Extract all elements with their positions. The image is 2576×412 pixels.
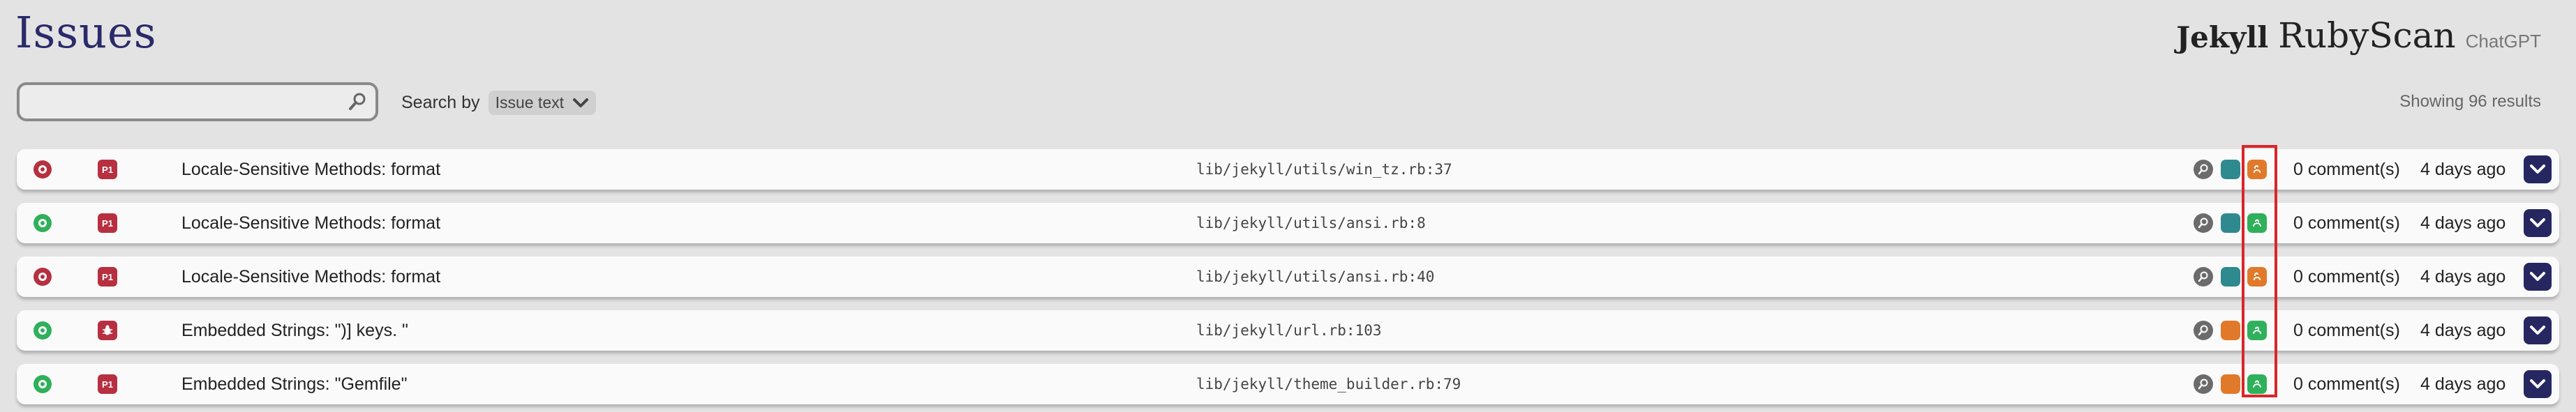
chevron-down-icon: [573, 98, 588, 107]
chevron-down-icon: [2530, 218, 2545, 227]
expand-button[interactable]: [2524, 263, 2552, 291]
chevron-down-icon: [2530, 165, 2545, 174]
issue-age: 4 days ago: [2420, 320, 2506, 340]
issue-age: 4 days ago: [2420, 266, 2506, 287]
expand-button[interactable]: [2524, 155, 2552, 183]
status-open-icon: [33, 375, 52, 393]
status-open-icon: [33, 214, 52, 232]
highlight-annotation: [2242, 145, 2277, 397]
search-box[interactable]: [17, 82, 378, 121]
issue-file-path: lib/jekyll/utils/ansi.rb:8: [1196, 215, 1426, 231]
magnify-icon: [2194, 374, 2213, 394]
issue-file-path: lib/jekyll/utils/win_tz.rb:37: [1196, 161, 1452, 178]
issue-age: 4 days ago: [2420, 213, 2506, 233]
comment-count: 0 comment(s): [2293, 320, 2400, 340]
issue-row[interactable]: Embedded Strings: ")] keys. " lib/jekyll/…: [17, 310, 2559, 351]
chevron-down-icon: [2530, 272, 2545, 281]
comment-count: 0 comment(s): [2293, 213, 2400, 233]
magnify-icon: [2194, 321, 2213, 340]
issue-title[interactable]: Locale-Sensitive Methods: format: [181, 267, 440, 287]
issue-title[interactable]: Locale-Sensitive Methods: format: [181, 213, 440, 234]
issue-file-path: lib/jekyll/utils/ansi.rb:40: [1196, 268, 1435, 285]
issue-age: 4 days ago: [2420, 374, 2506, 394]
priority-badge: P1: [98, 374, 117, 394]
search-by-label: Search by: [401, 93, 480, 112]
chevron-down-icon: [2530, 379, 2545, 388]
expand-button[interactable]: [2524, 370, 2552, 398]
issues-list: P1 Locale-Sensitive Methods: format lib/je…: [17, 149, 2559, 412]
issue-file-path: lib/jekyll/theme_builder.rb:79: [1196, 376, 1461, 392]
brand-jekyll: Jekyll: [2176, 20, 2269, 54]
expand-button[interactable]: [2524, 316, 2552, 344]
search-input[interactable]: [20, 85, 339, 119]
search-by-value: Issue text: [495, 93, 564, 112]
issue-title[interactable]: Embedded Strings: "Gemfile": [181, 374, 407, 395]
page-title: Issues: [15, 7, 157, 58]
comment-count: 0 comment(s): [2293, 266, 2400, 287]
orange-square-icon: [2221, 321, 2240, 340]
orange-square-icon: [2221, 374, 2240, 394]
teal-square-icon: [2221, 213, 2240, 233]
comment-count: 0 comment(s): [2293, 374, 2400, 394]
issue-row[interactable]: P1 Locale-Sensitive Methods: format lib/je…: [17, 257, 2559, 297]
bug-icon: [98, 321, 117, 340]
results-count: Showing 96 results: [2399, 92, 2541, 111]
chevron-down-icon: [2530, 326, 2545, 335]
search-icon[interactable]: [339, 91, 375, 112]
issue-row[interactable]: P1 Locale-Sensitive Methods: format lib/je…: [17, 203, 2559, 243]
priority-badge: P1: [98, 213, 117, 233]
issue-title[interactable]: Embedded Strings: ")] keys. ": [181, 321, 408, 341]
priority-badge: P1: [98, 267, 117, 287]
comment-count: 0 comment(s): [2293, 159, 2400, 179]
magnify-icon: [2194, 213, 2213, 233]
teal-square-icon: [2221, 267, 2240, 287]
issue-row[interactable]: P1 Locale-Sensitive Methods: format lib/je…: [17, 149, 2559, 190]
status-closed-icon: [33, 160, 52, 178]
status-closed-icon: [33, 268, 52, 286]
search-by-select[interactable]: Issue text: [488, 91, 596, 115]
search-by: Search by Issue text: [401, 91, 596, 115]
issue-title[interactable]: Locale-Sensitive Methods: format: [181, 160, 440, 180]
expand-button[interactable]: [2524, 209, 2552, 237]
brand-chatgpt: ChatGPT: [2465, 31, 2541, 52]
status-open-icon: [33, 321, 52, 339]
issue-row[interactable]: P1 Embedded Strings: "Gemfile" lib/jekyll/…: [17, 364, 2559, 404]
magnify-icon: [2194, 160, 2213, 179]
brand: Jekyll RubyScan ChatGPT: [2176, 15, 2541, 56]
priority-badge: P1: [98, 160, 117, 179]
issue-file-path: lib/jekyll/url.rb:103: [1196, 322, 1382, 339]
teal-square-icon: [2221, 160, 2240, 179]
brand-rubyscan: RubyScan: [2278, 15, 2456, 56]
issue-age: 4 days ago: [2420, 159, 2506, 179]
magnify-icon: [2194, 267, 2213, 287]
